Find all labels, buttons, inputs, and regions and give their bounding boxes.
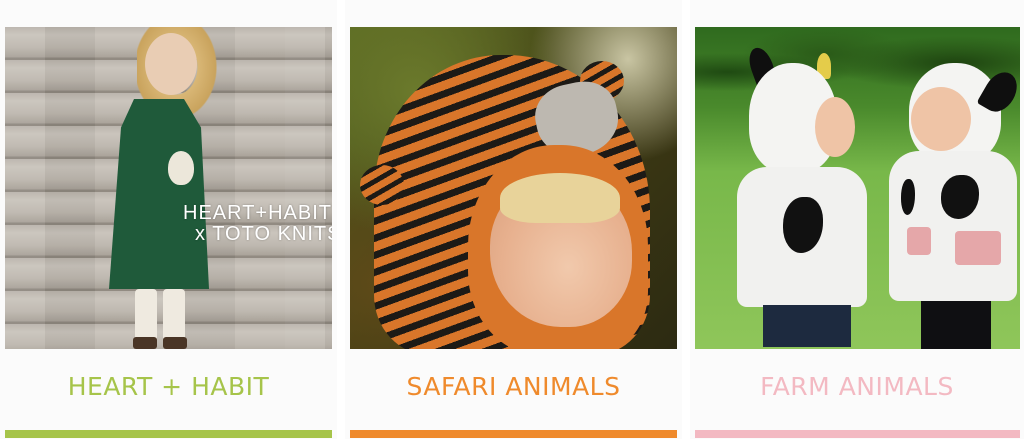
category-card-farm-animals[interactable]: FARM ANIMALS [690,0,1024,439]
green-dress [109,99,209,289]
category-label[interactable]: HEART + HABIT [0,372,337,401]
girl-head [145,33,197,95]
brand-overlay-text: HEART+HABIT x TOTO KNITS [183,203,332,245]
girl-legs [133,289,191,349]
brand-overlay-line-2: x TOTO KNITS [195,223,332,245]
tiger-ear-left [360,165,404,205]
category-photo-farm-animals[interactable] [695,27,1020,349]
category-underline-bar [350,430,677,438]
category-card-heart-habit[interactable]: HEART+HABIT x TOTO KNITS HEART + HABIT [0,0,337,439]
category-underline-bar [5,430,332,438]
category-photo-heart-habit[interactable]: HEART+HABIT x TOTO KNITS [5,27,332,349]
category-card-safari-animals[interactable]: SAFARI ANIMALS [345,0,682,439]
child-hair [500,173,620,223]
category-label[interactable]: SAFARI ANIMALS [345,372,682,401]
category-underline-bar [695,430,1020,438]
category-label[interactable]: FARM ANIMALS [690,372,1024,401]
heart-patch [168,151,194,185]
category-photo-safari-animals[interactable] [350,27,677,349]
brand-overlay-line-1: HEART+HABIT [183,202,332,224]
child-in-cow-hoodie [855,63,1020,349]
